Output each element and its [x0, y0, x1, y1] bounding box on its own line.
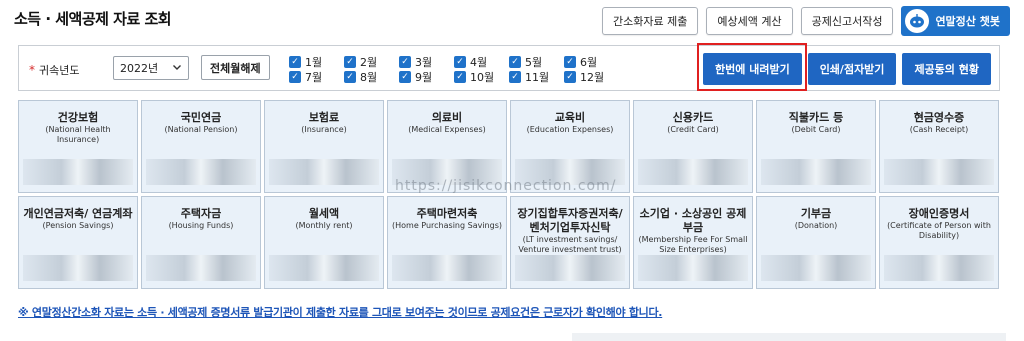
checkbox-checked-icon: ✓ [289, 70, 301, 83]
category-card-disability-certificate[interactable]: 장애인증명서 (Certificate of Person with Disab… [879, 196, 999, 289]
checkbox-checked-icon: ✓ [344, 55, 356, 68]
year-label-text: 귀속년도 [39, 64, 80, 77]
checkbox-checked-icon: ✓ [564, 70, 576, 83]
checkbox-checked-icon: ✓ [344, 70, 356, 83]
blurred-amount [638, 159, 748, 185]
month-checkbox[interactable]: ✓ 8월 [344, 69, 399, 84]
category-card-cash-receipt[interactable]: 현금영수증 (Cash Receipt) [879, 100, 999, 193]
month-checkbox[interactable]: ✓ 9월 [399, 69, 454, 84]
year-value: 2022년 [120, 62, 159, 75]
category-card-national-pension[interactable]: 국민연금 (National Pension) [141, 100, 261, 193]
month-checkbox[interactable]: ✓ 3월 [399, 54, 454, 69]
month-checkbox[interactable]: ✓ 12월 [564, 69, 619, 84]
month-checkboxes: ✓ 1월 ✓ 2월 ✓ 3월 ✓ 4월 ✓ 5월 ✓ 6월 ✓ 7월 ✓ 8월 ✓ 9월 ✓ 10월… [289, 54, 619, 84]
blurred-amount [269, 159, 379, 185]
chevron-down-icon [172, 62, 182, 75]
category-card-small-business-mutual-aid[interactable]: 소기업 · 소상공인 공제부금 (Membership Fee For Smal… [633, 196, 753, 289]
provider-consent-status-button[interactable]: 제공동의 현황 [902, 53, 991, 85]
highlight-box [697, 43, 807, 91]
checkbox-checked-icon: ✓ [454, 55, 466, 68]
watermark: https://jisikconnection.com/ [395, 178, 617, 194]
submit-simplified-button[interactable]: 간소화자료 제출 [602, 7, 699, 35]
month-checkbox[interactable]: ✓ 5월 [509, 54, 564, 69]
page-title: 소득 · 세액공제 자료 조회 [14, 10, 172, 28]
category-card-credit-card[interactable]: 신용카드 (Credit Card) [633, 100, 753, 193]
month-checkbox[interactable]: ✓ 11월 [509, 69, 564, 84]
chatbot-button[interactable]: 연말정산 챗봇 [901, 6, 1010, 36]
blurred-amount [146, 159, 256, 185]
clear-all-months-button[interactable]: 전체월해제 [201, 55, 270, 80]
deduction-category-grid: 건강보험 (National Health Insurance) 국민연금 (N… [18, 100, 999, 289]
month-checkbox[interactable]: ✓ 4월 [454, 54, 509, 69]
blurred-amount [269, 255, 379, 281]
blurred-amount [23, 255, 133, 281]
checkbox-checked-icon: ✓ [399, 70, 411, 83]
notice-link[interactable]: ※ 연말정산간소화 자료는 소득 · 세액공제 증명서류 발급기관이 제출한 자… [18, 304, 662, 320]
category-card-health-insurance[interactable]: 건강보험 (National Health Insurance) [18, 100, 138, 193]
checkbox-checked-icon: ✓ [454, 70, 466, 83]
month-checkbox[interactable]: ✓ 7월 [289, 69, 344, 84]
required-marker: * [29, 63, 35, 77]
month-checkbox[interactable]: ✓ 6월 [564, 54, 619, 69]
category-card-donation[interactable]: 기부금 (Donation) [756, 196, 876, 289]
category-card-insurance[interactable]: 보험료 (Insurance) [264, 100, 384, 193]
checkbox-checked-icon: ✓ [399, 55, 411, 68]
checkbox-checked-icon: ✓ [289, 55, 301, 68]
deduction-report-button[interactable]: 공제신고서작성 [800, 7, 894, 35]
year-select[interactable]: 2022년 [113, 56, 189, 80]
checkbox-checked-icon: ✓ [509, 55, 521, 68]
checkbox-checked-icon: ✓ [564, 55, 576, 68]
blurred-amount [761, 255, 871, 281]
category-card-housing-funds[interactable]: 주택자금 (Housing Funds) [141, 196, 261, 289]
blurred-amount [884, 255, 994, 281]
category-card-pension-savings[interactable]: 개인연금저축/ 연금계좌 (Pension Savings) [18, 196, 138, 289]
print-braille-button[interactable]: 인쇄/점자받기 [807, 53, 897, 85]
chatbot-label: 연말정산 챗봇 [935, 15, 1000, 28]
top-actions: 간소화자료 제출 예상세액 계산 공제신고서작성 연말정산 챗봇 [602, 6, 1010, 36]
blurred-amount [515, 255, 625, 281]
year-field-label: * 귀속년도 [29, 62, 79, 78]
chatbot-icon [905, 9, 930, 33]
checkbox-checked-icon: ✓ [509, 70, 521, 83]
blurred-amount [638, 255, 748, 281]
bottom-divider [572, 333, 1006, 341]
blurred-amount [146, 255, 256, 281]
month-checkbox[interactable]: ✓ 2월 [344, 54, 399, 69]
blurred-amount [884, 159, 994, 185]
category-card-debit-card[interactable]: 직불카드 등 (Debit Card) [756, 100, 876, 193]
blurred-amount [392, 255, 502, 281]
blurred-amount [23, 159, 133, 185]
category-card-monthly-rent[interactable]: 월세액 (Monthly rent) [264, 196, 384, 289]
estimate-tax-button[interactable]: 예상세액 계산 [706, 7, 793, 35]
category-card-lt-investment-savings[interactable]: 장기집합투자증권저축/ 벤처기업투자신탁 (LT investment savi… [510, 196, 630, 289]
blurred-amount [761, 159, 871, 185]
category-card-home-purchasing-savings[interactable]: 주택마련저축 (Home Purchasing Savings) [387, 196, 507, 289]
filter-bar: * 귀속년도 2022년 전체월해제 ✓ 1월 ✓ 2월 ✓ 3월 ✓ 4월 ✓ 5월 ✓… [18, 45, 1000, 91]
month-checkbox[interactable]: ✓ 1월 [289, 54, 344, 69]
month-checkbox[interactable]: ✓ 10월 [454, 69, 509, 84]
